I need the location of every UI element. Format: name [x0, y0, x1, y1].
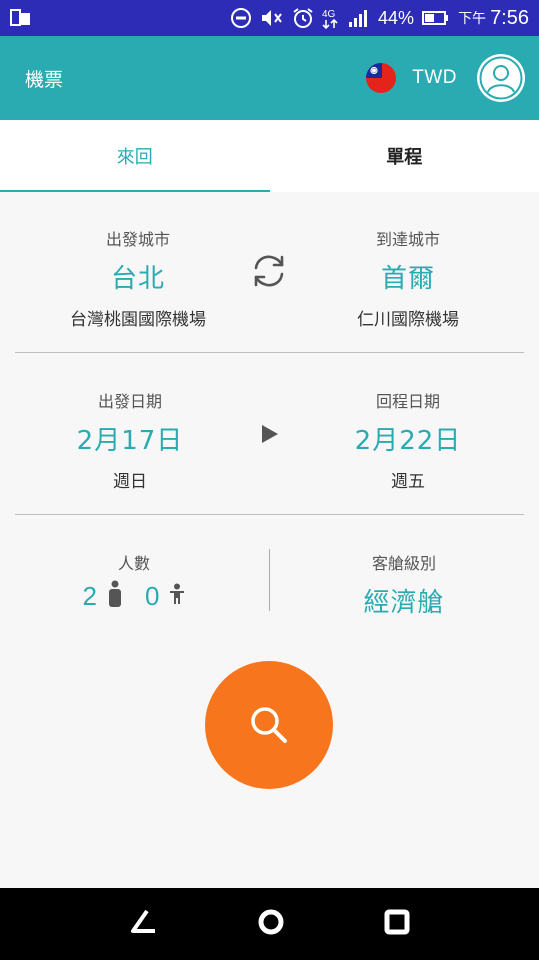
recents-icon[interactable] [384, 909, 410, 939]
departure-city-selector[interactable]: 出發城市 台北 台灣桃園國際機場 [38, 226, 238, 330]
divider [15, 514, 524, 515]
return-weekday: 週五 [391, 472, 425, 492]
clock-time: 7:56 [490, 6, 529, 29]
divider [15, 352, 524, 353]
screen-mirror-icon [10, 8, 32, 28]
svg-text:4G: 4G [322, 9, 336, 20]
user-avatar-icon[interactable] [477, 54, 525, 102]
time-ampm: 下午 [458, 11, 487, 27]
tab-round-trip[interactable]: 來回 [0, 120, 270, 192]
currency-selector[interactable]: TWD [412, 67, 457, 89]
return-date: 2月22日 [354, 426, 462, 456]
swap-cities-icon[interactable] [248, 250, 290, 292]
signal-icon [348, 8, 370, 28]
trip-type-tabs: 來回 單程 [0, 120, 539, 192]
system-nav-bar [0, 888, 539, 960]
do-not-disturb-icon [230, 7, 252, 29]
search-button[interactable] [205, 661, 333, 789]
departure-date-selector[interactable]: 出發日期 2月17日 週日 [30, 388, 230, 492]
back-icon[interactable] [129, 909, 159, 939]
status-bar: 4G 44% 下午 7:56 [0, 0, 539, 36]
cabin-class-label: 客艙級別 [371, 554, 436, 573]
child-icon [169, 583, 185, 609]
play-arrow-icon [261, 424, 279, 448]
tab-one-way[interactable]: 單程 [270, 120, 539, 192]
departure-city-label: 出發城市 [105, 230, 170, 249]
departure-city: 台北 [110, 264, 165, 294]
search-icon [251, 707, 287, 743]
cabin-class-value: 經濟艙 [363, 588, 445, 618]
battery-icon [422, 10, 450, 26]
return-date-label: 回程日期 [375, 392, 440, 411]
arrival-city-label: 到達城市 [375, 230, 440, 249]
cabin-class-selector[interactable]: 客艙級別 經濟艙 [304, 550, 504, 619]
arrival-airport: 仁川國際機場 [357, 310, 459, 330]
mute-icon [260, 7, 284, 29]
child-count: 0 [145, 580, 160, 611]
adult-count: 2 [82, 580, 97, 611]
taiwan-flag-icon[interactable] [366, 63, 397, 93]
return-date-selector[interactable]: 回程日期 2月22日 週五 [308, 388, 508, 492]
app-bar: 機票 TWD [0, 36, 539, 120]
home-icon[interactable] [257, 908, 285, 940]
departure-date: 2月17日 [76, 426, 184, 456]
passengers-label: 人數 [117, 554, 150, 573]
page-title: 機票 [25, 68, 64, 91]
passenger-selector[interactable]: 人數 2 0 [34, 550, 234, 612]
arrival-city-selector[interactable]: 到達城市 首爾 仁川國際機場 [308, 226, 508, 330]
battery-percent: 44% [378, 7, 415, 28]
vertical-divider [269, 549, 270, 611]
network-4g-icon: 4G [322, 6, 340, 30]
alarm-icon [292, 7, 314, 29]
departure-airport: 台灣桃園國際機場 [70, 310, 206, 330]
departure-weekday: 週日 [113, 472, 147, 492]
departure-date-label: 出發日期 [97, 392, 162, 411]
arrival-city: 首爾 [380, 264, 435, 294]
adult-icon [107, 580, 123, 612]
